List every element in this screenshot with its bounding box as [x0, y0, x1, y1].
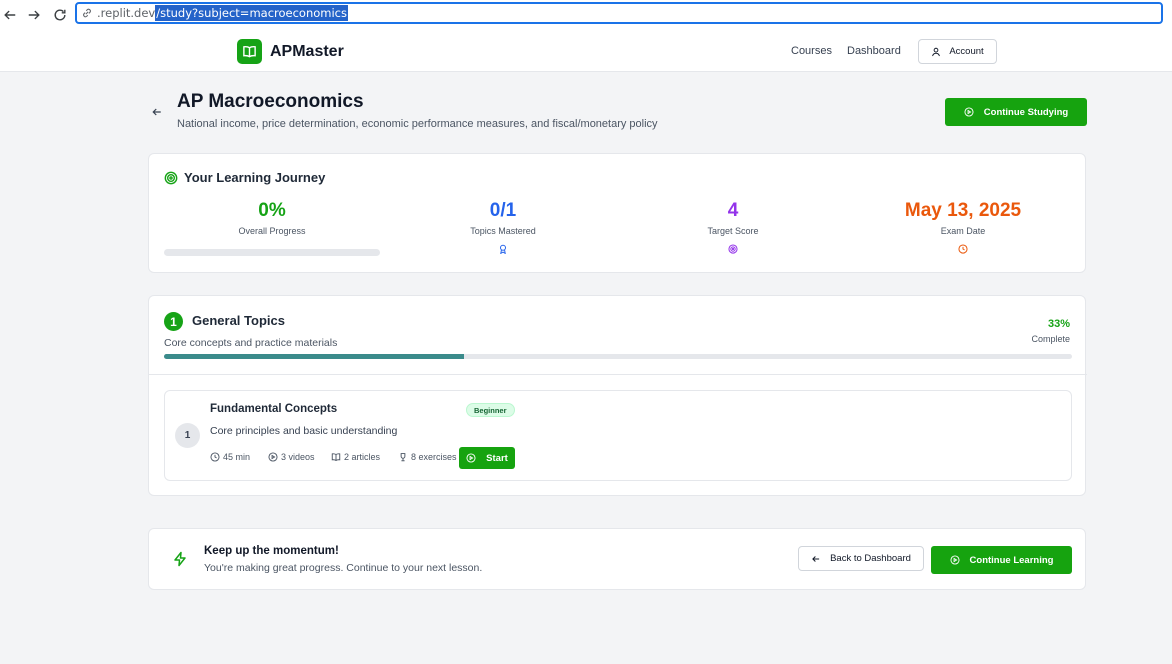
start-button[interactable]: Start	[459, 447, 515, 469]
play-circle-icon	[268, 452, 278, 462]
browser-toolbar: .replit.dev/study?subject=macroeconomics	[0, 0, 1172, 30]
app-header: APMaster Courses Dashboard Account	[0, 30, 1172, 72]
play-circle-icon	[950, 555, 960, 565]
stat-label: Target Score	[707, 226, 759, 236]
forward-icon[interactable]	[21, 2, 47, 28]
award-icon	[500, 244, 506, 255]
target-icon	[164, 171, 178, 184]
back-icon[interactable]	[0, 2, 23, 28]
play-circle-icon	[964, 107, 974, 117]
lightning-icon	[174, 551, 186, 567]
page-subtitle: National income, price determination, ec…	[177, 118, 658, 130]
topic-progress-fill	[164, 354, 464, 359]
topic-number-badge: 1	[164, 312, 183, 331]
stat-label: Exam Date	[940, 226, 986, 236]
back-arrow-icon[interactable]	[151, 106, 163, 118]
stat-topics-mastered: 0/1 Topics Mastered	[395, 200, 611, 259]
topic-card: 1 General Topics Core concepts and pract…	[148, 295, 1087, 496]
back-to-dashboard-button[interactable]: Back to Dashboard	[798, 546, 924, 571]
stat-value: 4	[727, 200, 739, 221]
stat-value: May 13, 2025	[904, 200, 1022, 221]
lesson-card: 1 Fundamental Concepts Beginner Core pri…	[164, 390, 1072, 481]
address-bar[interactable]: .replit.dev/study?subject=macroeconomics	[75, 2, 1163, 24]
reload-icon[interactable]	[47, 2, 73, 28]
continue-learning-button[interactable]: Continue Learning	[931, 546, 1072, 574]
account-button[interactable]: Account	[918, 39, 997, 64]
momentum-card: Keep up the momentum! You're making grea…	[148, 528, 1086, 590]
lesson-title: Fundamental Concepts	[210, 403, 338, 415]
momentum-subtitle: You're making great progress. Continue t…	[204, 562, 483, 574]
topic-title: General Topics	[192, 313, 285, 328]
articles-text: 2 articles	[344, 452, 381, 462]
arrow-left-icon	[812, 555, 820, 562]
url-host: .replit.dev	[97, 6, 156, 20]
brand[interactable]: APMaster	[237, 39, 344, 64]
divider	[149, 374, 1087, 375]
user-icon	[932, 47, 941, 56]
url-path: /study?subject=macroeconomics	[155, 5, 348, 21]
link-icon	[81, 6, 95, 20]
back-to-dashboard-label: Back to Dashboard	[830, 553, 911, 564]
stat-label: Overall Progress	[238, 226, 306, 236]
lesson-videos: 3 videos	[268, 452, 315, 462]
account-label: Account	[949, 46, 984, 57]
topic-complete-label: Complete	[1031, 334, 1070, 344]
book-open-icon	[331, 453, 341, 462]
start-label: Start	[486, 452, 508, 464]
topic-subtitle: Core concepts and practice materials	[164, 337, 338, 349]
learning-journey-card: Your Learning Journey 0% Overall Progres…	[148, 153, 1086, 273]
continue-studying-button[interactable]: Continue Studying	[945, 98, 1087, 126]
continue-learning-label: Continue Learning	[969, 554, 1054, 566]
target-icon	[728, 244, 738, 254]
stat-overall-progress: 0% Overall Progress	[164, 200, 380, 236]
videos-text: 3 videos	[281, 452, 315, 462]
clock-icon	[958, 244, 968, 254]
journey-title-text: Your Learning Journey	[184, 170, 326, 185]
level-badge: Beginner	[466, 403, 515, 417]
stat-value: 0%	[258, 200, 286, 221]
lesson-description: Core principles and basic understanding	[210, 425, 398, 437]
play-circle-icon	[466, 453, 476, 463]
stat-value: 0/1	[489, 200, 517, 221]
stat-exam-date: May 13, 2025 Exam Date	[855, 200, 1071, 259]
lesson-articles: 2 articles	[331, 452, 380, 462]
exercises-text: 8 exercises	[411, 452, 457, 462]
book-icon	[237, 39, 262, 64]
brand-name: APMaster	[270, 42, 344, 60]
nav-dashboard[interactable]: Dashboard	[847, 45, 901, 57]
lesson-duration: 45 min	[210, 452, 250, 462]
nav-courses[interactable]: Courses	[791, 45, 832, 57]
stat-target-score: 4 Target Score	[625, 200, 841, 259]
stat-label: Topics Mastered	[470, 226, 536, 236]
lesson-number: 1	[175, 423, 200, 448]
overall-progress-bar	[164, 249, 380, 256]
page-title: AP Macroeconomics	[177, 91, 364, 112]
momentum-title: Keep up the momentum!	[204, 545, 339, 557]
lesson-exercises: 8 exercises	[398, 452, 457, 462]
duration-text: 45 min	[223, 452, 251, 462]
topic-percent: 33%	[1047, 318, 1070, 330]
journey-title: Your Learning Journey	[164, 170, 325, 185]
continue-studying-label: Continue Studying	[983, 106, 1069, 118]
trophy-icon	[400, 453, 406, 462]
topic-progress-bar	[164, 354, 1072, 359]
clock-icon	[210, 452, 220, 462]
